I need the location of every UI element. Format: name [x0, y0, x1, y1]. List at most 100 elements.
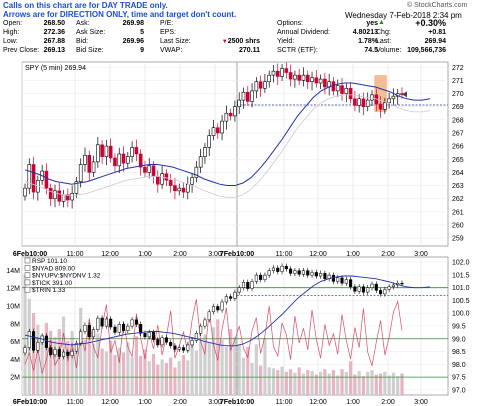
candle-body	[177, 187, 182, 192]
candle-body	[203, 147, 207, 157]
lower-y-tick-label: 101.5	[452, 272, 470, 279]
rsp-candle-body	[263, 274, 267, 280]
x-tick-label-lower: 2:00	[381, 399, 395, 406]
legend-swatch	[24, 279, 31, 286]
candle-body	[27, 164, 32, 189]
rsp-candle-body	[366, 287, 370, 293]
x-tick-label-lower: 1:00	[138, 399, 152, 406]
rsp-candle-body	[391, 284, 395, 288]
price-chart: 6Feb10:00 6Feb10:00 11:00 11:00 12:00 12:00 1:…	[6, 61, 470, 406]
x-tick-label: 2:00	[381, 251, 395, 258]
candle-body	[361, 98, 366, 107]
volume-bar	[156, 364, 160, 395]
candle-body	[233, 106, 237, 117]
candle-body	[224, 112, 229, 122]
rsp-candle-body	[383, 289, 387, 295]
volume-bar	[87, 331, 91, 395]
rsp-candle-body	[126, 325, 130, 331]
candle-body	[387, 98, 391, 104]
volume-tick-label: 6M	[10, 339, 20, 346]
rsp-candle-body	[44, 335, 48, 348]
candle-body	[108, 145, 113, 159]
rsp-candle-body	[276, 267, 280, 272]
candle-body	[323, 78, 327, 88]
y-tick-label: 261	[452, 209, 464, 216]
rsp-candle-body	[280, 265, 284, 272]
y-tick-label: 260	[452, 222, 464, 229]
rsp-candle-body	[151, 332, 156, 340]
candle-body	[258, 81, 263, 89]
x-tick-label-lower: 6Feb10:00	[13, 399, 47, 406]
legend-label: $NYUPV:$NYDNV 1.32	[32, 273, 101, 280]
candle-body	[301, 74, 306, 81]
volume-bar	[293, 372, 297, 395]
volume-bar	[276, 370, 280, 395]
rsp-candle-body	[323, 273, 327, 279]
volume-tick-label: 4M	[10, 357, 20, 364]
rsp-candle-body	[62, 351, 66, 357]
volume-bar	[357, 370, 361, 395]
volume-bar	[391, 372, 396, 395]
volume-bar	[70, 330, 74, 395]
rsp-candle-body	[70, 350, 74, 356]
y-tick-label: 262	[452, 196, 464, 203]
x-tick-label: 12:00	[309, 251, 327, 258]
y-tick-label: 272	[452, 65, 464, 72]
candle-body	[383, 102, 387, 110]
candle-body	[134, 147, 139, 155]
volume-bar	[134, 336, 138, 395]
candle-body	[143, 166, 147, 173]
rsp-candle-body	[229, 296, 233, 299]
rsp-candle-body	[160, 337, 164, 346]
rsp-candle-body	[113, 326, 117, 333]
candle-body	[147, 165, 152, 173]
x-tick-label: 7Feb10:00	[220, 251, 254, 258]
y-tick-label: 265	[452, 157, 464, 164]
rsp-candle-body	[310, 272, 314, 276]
rsp-candle-body	[117, 324, 121, 333]
x-tick-label-lower: 11:00	[276, 399, 293, 406]
candle-body	[61, 194, 66, 202]
volume-bar	[31, 313, 36, 395]
rsp-candle-body	[340, 277, 344, 284]
rsp-candle-body	[177, 347, 181, 350]
candle-body	[370, 94, 374, 101]
volume-bar	[331, 370, 336, 395]
candle-body	[113, 157, 117, 167]
x-tick-label-lower: 11:00	[67, 399, 84, 406]
candle-body	[241, 91, 246, 101]
volume-bar	[186, 360, 190, 395]
x-tick-label: 3:00	[414, 251, 428, 258]
y-tick-label: 259	[452, 236, 464, 243]
candle-body	[87, 155, 92, 173]
volume-bar	[104, 351, 108, 395]
rsp-candle-body	[400, 282, 404, 285]
candle-body	[190, 177, 194, 185]
volume-bar	[36, 324, 40, 395]
y-tick-label: 269	[452, 104, 464, 111]
candle-body	[297, 74, 301, 81]
rsp-candle-body	[297, 270, 301, 275]
candle-body	[160, 173, 164, 185]
rsp-candle-body	[216, 306, 220, 311]
rsp-candle-body	[36, 341, 40, 351]
volume-bar	[164, 362, 168, 395]
rsp-candle-body	[220, 301, 224, 311]
candle-body	[318, 78, 323, 84]
rsp-candle-body	[53, 349, 57, 355]
rsp-candle-body	[130, 319, 134, 327]
lower-y-tick-label: 97.0	[452, 387, 466, 394]
rsp-candle-body	[79, 331, 83, 344]
rsp-candle-body	[109, 318, 113, 328]
x-tick-label: 11:00	[67, 251, 84, 258]
lower-y-tick-label: 97.5	[452, 375, 466, 382]
y-tick-label: 264	[452, 170, 464, 177]
rsp-candle-body	[91, 329, 96, 338]
candle-body	[151, 165, 156, 177]
candle-body	[215, 127, 220, 134]
volume-bar	[169, 357, 173, 395]
x-tick-label: 2:00	[173, 251, 187, 258]
candle-body	[44, 170, 49, 189]
rsp-candle-body	[27, 331, 31, 348]
x-tick-label: 1:00	[346, 251, 360, 258]
